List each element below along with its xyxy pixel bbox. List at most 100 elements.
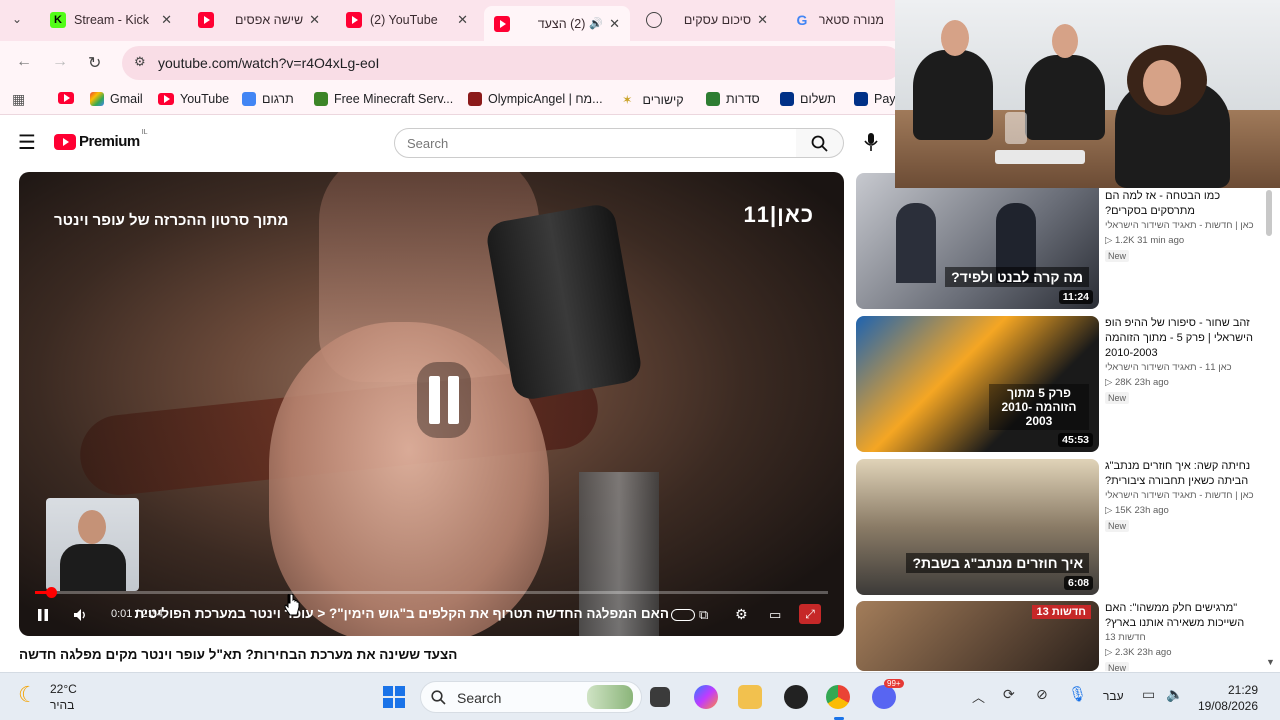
speaker-icon[interactable]: 🔊	[589, 17, 603, 30]
address-bar[interactable]: ⚙ youtube.com/watch?v=r4O4xLg-eoI	[122, 46, 902, 80]
tray-chevron-up-icon[interactable]: ︿	[972, 687, 985, 706]
bookmark-series[interactable]: סדרות	[706, 92, 760, 106]
obs-icon[interactable]	[784, 685, 808, 709]
progress-bar[interactable]	[35, 587, 828, 598]
tab-active-video[interactable]: (2) הצעד 🔊 ✕	[484, 6, 630, 41]
subtitles-icon[interactable]: ⧉	[699, 607, 708, 623]
close-tab-icon[interactable]: ✕	[161, 12, 172, 28]
sync-icon[interactable]: ⟳	[1003, 686, 1015, 703]
weather-moon-icon[interactable]: ☾	[18, 682, 38, 708]
video-thumbnail[interactable]: מה קרה לבנט ולפיד? 11:24	[856, 173, 1099, 309]
tab-title: סיכום עסקים	[683, 13, 752, 27]
discord-icon[interactable]	[872, 685, 896, 709]
youtube-icon	[346, 12, 362, 28]
tab-title: Stream - Kick	[74, 13, 150, 27]
miniplayer-icon[interactable]: ▭	[769, 607, 781, 623]
duration-badge: 11:24	[1058, 290, 1093, 304]
back-arrow-icon[interactable]: ←	[16, 53, 32, 71]
youtube-premium-logo[interactable]: Premium IL	[54, 129, 148, 150]
video-thumbnail[interactable]: פרק 5 מתוך הזוהמה 2010-2003 45:53	[856, 316, 1099, 452]
hamburger-menu-icon[interactable]: ☰	[18, 130, 36, 155]
taskbar-search[interactable]: Search	[420, 681, 642, 713]
webcam-overlay	[895, 0, 1280, 188]
bookmark-olympicangel[interactable]: OlympicAngel | מח...	[468, 92, 603, 106]
youtube-icon	[198, 12, 214, 28]
task-view-icon[interactable]	[650, 687, 670, 707]
channel-name[interactable]: כאן 11 - תאגיד השידור הישראלי	[1105, 362, 1232, 373]
pause-overlay-icon[interactable]	[417, 362, 471, 438]
view-count: 28K	[1114, 377, 1132, 388]
recommendation-title[interactable]: זהב שחור - סיפורו של ההיפ הופ הישראלי | …	[1105, 316, 1255, 361]
close-tab-icon[interactable]: ✕	[309, 12, 320, 28]
windows-taskbar: ☾ 22°C בהיר Search 99+ ︿ ⟳ ⊘ 🎙 עבר ▭ 🔈 2…	[0, 672, 1280, 720]
microphone-tray-icon[interactable]: 🎙	[1068, 685, 1087, 703]
forward-arrow-icon[interactable]: →	[52, 53, 68, 71]
copilot-icon[interactable]	[694, 685, 718, 709]
video-thumbnail[interactable]: איך חוזרים מנתב"ג בשבת? 6:08	[856, 459, 1099, 595]
channel-name[interactable]: כאן | חדשות - תאגיד השידור הישראלי	[1105, 490, 1254, 501]
recommendation-item[interactable]: חדשות 13 "מרגישים חלק ממשהו": האם השייכו…	[856, 601, 1268, 671]
tab-kick[interactable]: K Stream - Kick ✕	[40, 6, 182, 34]
pause-icon[interactable]	[37, 608, 49, 622]
system-clock[interactable]: 21:29 19/08/2026	[1198, 682, 1258, 714]
close-tab-icon[interactable]: ✕	[609, 16, 620, 32]
search-icon	[811, 135, 828, 152]
glass	[1005, 112, 1027, 144]
tab-title: מנורה סטארט	[818, 13, 884, 27]
tab-google[interactable]: G מנורה סטארט	[784, 6, 894, 34]
fullscreen-icon[interactable]: ⤢	[799, 604, 821, 624]
recommendation-title[interactable]: כמו הבטחה - אז למה הם מתרסקים בסקרים?	[1105, 189, 1255, 219]
bookmark-payment[interactable]: תשלום	[780, 92, 836, 106]
channel-name[interactable]: כאן | חדשות - תאגיד השידור הישראלי	[1105, 220, 1254, 231]
tab-shisha-afasim[interactable]: שישה אפסים ✕	[188, 6, 330, 34]
bookmark-label: תשלום	[800, 92, 836, 106]
channel-name[interactable]: חדשות 13	[1105, 632, 1146, 643]
no-network-icon[interactable]: ⊘	[1036, 686, 1048, 703]
windows-start-icon[interactable]	[382, 685, 406, 709]
bookmark-youtube[interactable]: YouTube	[158, 92, 229, 106]
recommendation-item[interactable]: פרק 5 מתוך הזוהמה 2010-2003 45:53 זהב שח…	[856, 316, 1268, 452]
weather-description[interactable]: בהיר	[50, 698, 74, 712]
scrubber-handle[interactable]	[45, 587, 57, 598]
site-info-icon[interactable]: ⚙	[134, 54, 146, 70]
bookmark-gmail[interactable]: Gmail	[90, 92, 143, 106]
sidebar-scrollbar[interactable]	[1266, 190, 1272, 236]
close-tab-icon[interactable]: ✕	[457, 12, 468, 28]
search-icon	[431, 690, 446, 705]
recommendation-title[interactable]: "מרגישים חלק ממשהו": האם השייכות משאירה …	[1105, 601, 1255, 631]
recommendation-title[interactable]: נחיתה קשה: איך חוזרים מנתב"ג הביתה כשאין…	[1105, 459, 1255, 489]
video-thumbnail[interactable]: חדשות 13	[856, 601, 1099, 671]
recommendation-item[interactable]: מה קרה לבנט ולפיד? 11:24 כמו הבטחה - אז …	[856, 173, 1268, 309]
tab-chatgpt[interactable]: סיכום עסקים ✕	[636, 6, 778, 34]
video-player[interactable]: מתוך סרטון ההכרזה של עופר וינטר כאן|11 0…	[19, 172, 844, 636]
recommendation-item[interactable]: איך חוזרים מנתב"ג בשבת? 6:08 נחיתה קשה: …	[856, 459, 1268, 595]
settings-gear-icon[interactable]: ⚙	[735, 606, 748, 623]
paypal-icon	[854, 92, 868, 106]
search-button[interactable]	[796, 128, 844, 158]
chrome-icon[interactable]	[826, 685, 850, 709]
reload-icon[interactable]: ↻	[88, 53, 101, 73]
display-icon[interactable]: ▭	[1142, 686, 1155, 703]
close-tab-icon[interactable]: ✕	[757, 12, 768, 28]
url-text[interactable]: youtube.com/watch?v=r4O4xLg-eoI	[158, 55, 379, 71]
new-badge: New	[1105, 520, 1130, 532]
file-explorer-icon[interactable]	[738, 685, 762, 709]
volume-tray-icon[interactable]: 🔈	[1166, 686, 1183, 703]
volume-icon[interactable]	[73, 608, 89, 622]
microphone-icon[interactable]	[864, 132, 878, 152]
autoplay-toggle[interactable]	[671, 609, 695, 621]
scroll-down-arrow-icon[interactable]: ▼	[1266, 657, 1275, 667]
bookmark-minecraft[interactable]: Free Minecraft Serv...	[314, 92, 453, 106]
bookmark-links[interactable]: ✶ קישורים	[622, 92, 684, 108]
bookmark-translate[interactable]: תרגום	[242, 92, 294, 106]
tab-search-chevron-icon[interactable]: ⌄	[12, 12, 22, 26]
bookmark-youtube-icon-only[interactable]	[58, 92, 80, 104]
upload-age: 23h ago	[1134, 505, 1169, 516]
input-language[interactable]: עבר	[1103, 689, 1124, 703]
apps-grid-icon[interactable]: ▦	[12, 91, 25, 108]
chapter-title[interactable]: האם המפלגה החדשה תטרוף את הקלפים ב"גוש ה…	[89, 606, 669, 621]
search-input[interactable]: Search	[394, 128, 797, 158]
weather-temperature[interactable]: 22°C	[50, 682, 77, 696]
tab-youtube[interactable]: (2) YouTube ✕	[336, 6, 478, 34]
sign-language-interpreter	[46, 498, 139, 591]
